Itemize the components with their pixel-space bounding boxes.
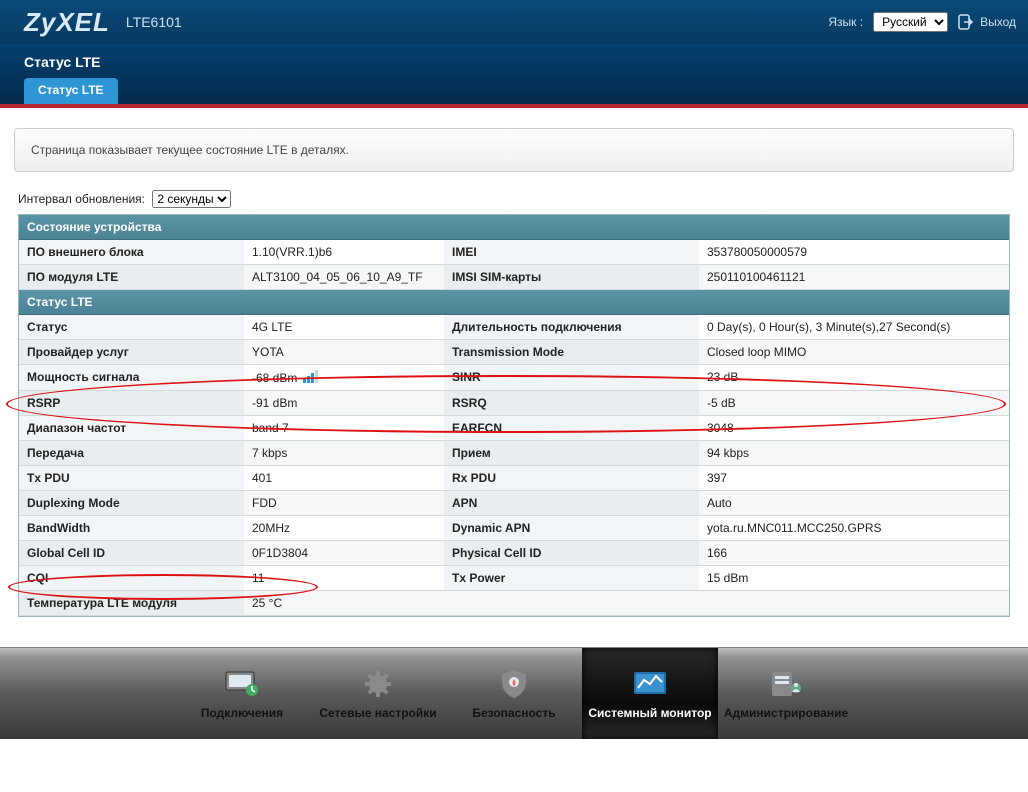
language-select[interactable]: Русский (873, 12, 948, 32)
nav-item[interactable]: Сетевые настройки (310, 648, 446, 739)
nav-item[interactable]: Безопасность (446, 648, 582, 739)
device-model: LTE6101 (126, 14, 182, 30)
refresh-interval-row: Интервал обновления: 2 секунды (18, 190, 1010, 208)
logout-label: Выход (980, 15, 1016, 29)
row-label: BandWidth (19, 516, 244, 541)
row-label: Tx PDU (19, 466, 244, 491)
nav-item[interactable]: Подключения (174, 648, 310, 739)
row-value: 0 Day(s), 0 Hour(s), 3 Minute(s),27 Seco… (699, 315, 1009, 340)
nav-item-label: Подключения (201, 706, 283, 720)
panel-device-state: Состояние устройства ПО внешнего блока 1… (18, 214, 1010, 617)
row-value: YOTA (244, 340, 444, 365)
row-value: yota.ru.MNC011.MCC250.GPRS (699, 516, 1009, 541)
page-subheader: Статус LTE Статус LTE (0, 44, 1028, 108)
row-value: 7 kbps (244, 441, 444, 466)
admin-icon (766, 668, 806, 700)
row-label: Duplexing Mode (19, 491, 244, 516)
shield-icon (494, 668, 534, 700)
row-label: Диапазон частот (19, 416, 244, 441)
nav-item-label: Сетевые настройки (319, 706, 436, 720)
row-label: CQI (19, 566, 244, 591)
signal-bars-icon (303, 370, 318, 383)
row-value: 353780050000579 (699, 240, 1009, 265)
row-value: -5 dB (699, 391, 1009, 416)
row-value: 23 dB (699, 365, 1009, 391)
row-label: Провайдер услуг (19, 340, 244, 365)
nav-item-label: Системный монитор (588, 706, 711, 720)
bottom-nav: Подключения Сетевые настройки Безопасность… (0, 647, 1028, 739)
chart-icon (630, 668, 670, 700)
row-value: 0F1D3804 (244, 541, 444, 566)
row-value: 250110100461121 (699, 265, 1009, 290)
tabstrip: Статус LTE (24, 78, 1004, 104)
row-label: ПО модуля LTE (19, 265, 244, 290)
row-label: Передача (19, 441, 244, 466)
gear-icon (358, 668, 398, 700)
row-label: RSRP (19, 391, 244, 416)
row-value: 397 (699, 466, 1009, 491)
row-value: 25 °C (244, 591, 1009, 616)
page-content: Страница показывает текущее состояние LT… (0, 108, 1028, 647)
nav-item-label: Администрирование (724, 706, 848, 720)
row-value: 1.10(VRR.1)b6 (244, 240, 444, 265)
row-value: band 7 (244, 416, 444, 441)
row-label: Tx Power (444, 566, 699, 591)
row-label: IMSI SIM-карты (444, 265, 699, 290)
row-label: Global Cell ID (19, 541, 244, 566)
refresh-interval-select[interactable]: 2 секунды (152, 190, 231, 208)
row-label: Прием (444, 441, 699, 466)
page-description: Страница показывает текущее состояние LT… (14, 128, 1014, 172)
row-value: -91 dBm (244, 391, 444, 416)
row-value: 3048 (699, 416, 1009, 441)
row-label: Dynamic APN (444, 516, 699, 541)
row-label: IMEI (444, 240, 699, 265)
tab-lte-status[interactable]: Статус LTE (24, 78, 118, 104)
row-value: FDD (244, 491, 444, 516)
nav-item[interactable]: Администрирование (718, 648, 854, 739)
nav-item-label: Безопасность (472, 706, 555, 720)
brand-logo: ZyXEL (24, 7, 110, 38)
row-value: 11 (244, 566, 444, 591)
top-right-controls: Язык : Русский Выход (828, 12, 1016, 32)
logout-icon (958, 14, 974, 30)
row-label: Мощность сигнала (19, 365, 244, 391)
row-label: SINR (444, 365, 699, 391)
row-value: 20MHz (244, 516, 444, 541)
monitor-icon (222, 668, 262, 700)
page-title: Статус LTE (24, 54, 1004, 70)
row-label: EARFCN (444, 416, 699, 441)
row-value: -68 dBm (244, 365, 444, 391)
row-value: 401 (244, 466, 444, 491)
panel-header-device: Состояние устройства (19, 215, 1009, 240)
row-value: 4G LTE (244, 315, 444, 340)
row-label: Длительность подключения (444, 315, 699, 340)
row-label: Статус (19, 315, 244, 340)
refresh-interval-label: Интервал обновления: (18, 192, 145, 206)
row-label: APN (444, 491, 699, 516)
row-value: 166 (699, 541, 1009, 566)
nav-item[interactable]: Системный монитор (582, 648, 718, 739)
row-value: 15 dBm (699, 566, 1009, 591)
row-label: Transmission Mode (444, 340, 699, 365)
logout-button[interactable]: Выход (958, 14, 1016, 30)
language-label: Язык : (828, 15, 863, 29)
row-label: Rx PDU (444, 466, 699, 491)
row-label: ПО внешнего блока (19, 240, 244, 265)
row-label: Температура LTE модуля (19, 591, 244, 616)
row-value: Closed loop MIMO (699, 340, 1009, 365)
row-label: RSRQ (444, 391, 699, 416)
panel-header-lte: Статус LTE (19, 290, 1009, 315)
row-value: Auto (699, 491, 1009, 516)
top-header: ZyXEL LTE6101 Язык : Русский Выход (0, 0, 1028, 44)
row-value: 94 kbps (699, 441, 1009, 466)
row-value: ALT3100_04_05_06_10_A9_TF (244, 265, 444, 290)
row-label: Physical Cell ID (444, 541, 699, 566)
